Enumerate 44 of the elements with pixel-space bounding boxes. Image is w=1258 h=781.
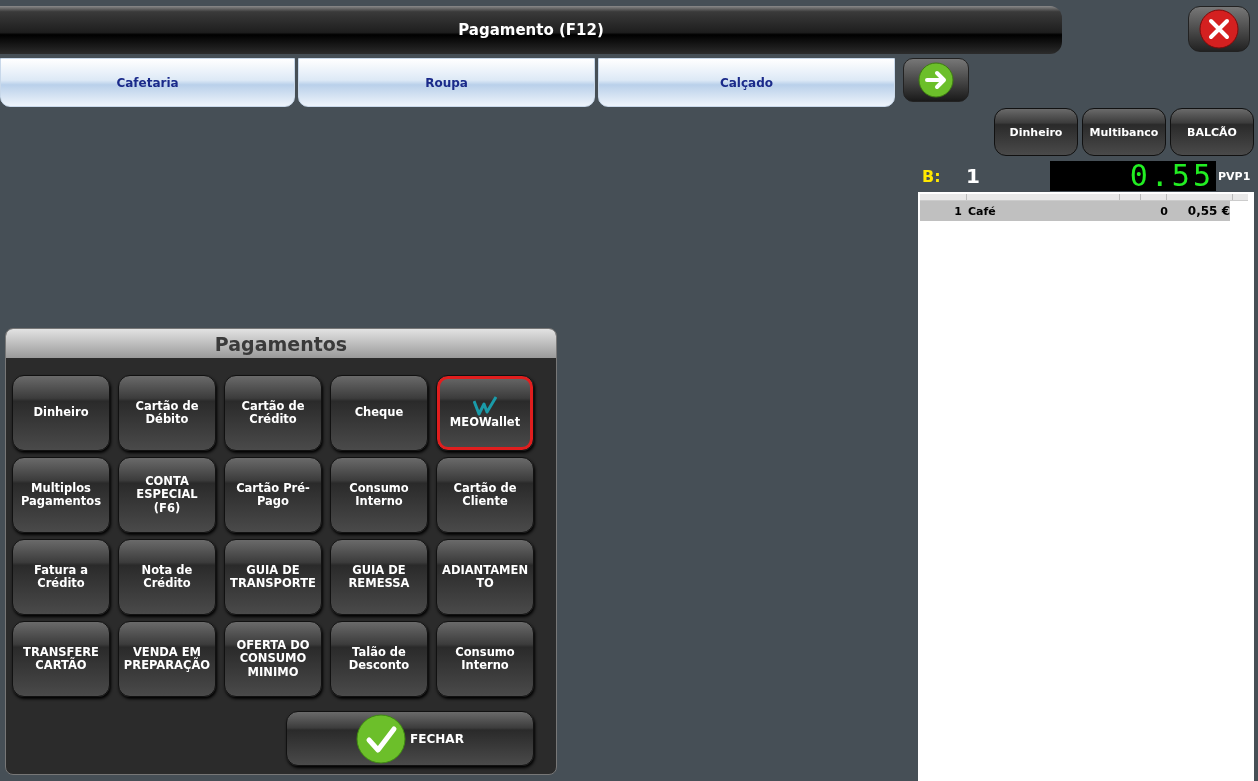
order-row[interactable]: 1 Café 0 0,55 € [920,201,1230,221]
quick-button[interactable]: BALCÃO [1170,108,1254,156]
payment-button[interactable]: OFERTA DO CONSUMO MINIMO [224,621,322,697]
checkmark-icon [356,713,407,764]
terminal-label: B: [922,166,942,186]
payment-button[interactable]: Consumo Interno [330,457,428,533]
arrow-right-icon [918,62,954,98]
close-dialog-button[interactable]: FECHAR [286,711,534,766]
price-level: PVP1 [1218,169,1251,183]
checkmark-logo-icon [473,396,497,417]
next-button[interactable] [903,58,969,102]
payment-button[interactable]: Cartão de Crédito [224,375,322,451]
payment-button[interactable]: Dinheiro [12,375,110,451]
category-tab[interactable]: Calçado [598,58,895,107]
payment-button[interactable]: Talão de Desconto [330,621,428,697]
payment-button[interactable]: VENDA EM PREPARAÇÃO [118,621,216,697]
panel-title: Pagamentos [6,329,556,358]
window-title: Pagamento (F12) [0,6,1062,54]
discount-text: 0 [1159,204,1168,218]
category-tab[interactable]: Roupa [298,58,595,107]
category-tab[interactable]: Cafetaria [0,58,295,107]
payment-button[interactable]: TRANSFERE CARTÃO [12,621,110,697]
payment-button[interactable]: GUIA DE TRANSPORTE [224,539,322,615]
payment-button[interactable]: Consumo Interno [436,621,534,697]
price-text: 0,55 € [1186,204,1230,218]
close-button[interactable] [1188,6,1250,52]
payment-button[interactable]: ADIANTAMEN TO [436,539,534,615]
terminal-number: 1 [966,164,981,188]
payment-button[interactable]: Cartão de Cliente [436,457,534,533]
payment-button[interactable]: Fatura a Crédito [12,539,110,615]
payment-button[interactable]: Cartão de Débito [118,375,216,451]
close-icon [1199,9,1239,49]
payment-button[interactable]: MEOWallet [436,375,534,451]
payment-button[interactable]: CONTA ESPECIAL (F6) [118,457,216,533]
payment-button[interactable]: Multiplos Pagamentos [12,457,110,533]
payment-button[interactable]: Cartão Pré- Pago [224,457,322,533]
payment-button[interactable]: GUIA DE REMESSA [330,539,428,615]
payment-button[interactable]: Cheque [330,375,428,451]
quick-button[interactable]: Multibanco [1082,108,1166,156]
amount-display: 0.55 [1050,161,1216,191]
item-name: Café [968,204,997,218]
quick-button[interactable]: Dinheiro [994,108,1078,156]
quantity-text: 1 [953,204,963,218]
payment-button[interactable]: Nota de Crédito [118,539,216,615]
